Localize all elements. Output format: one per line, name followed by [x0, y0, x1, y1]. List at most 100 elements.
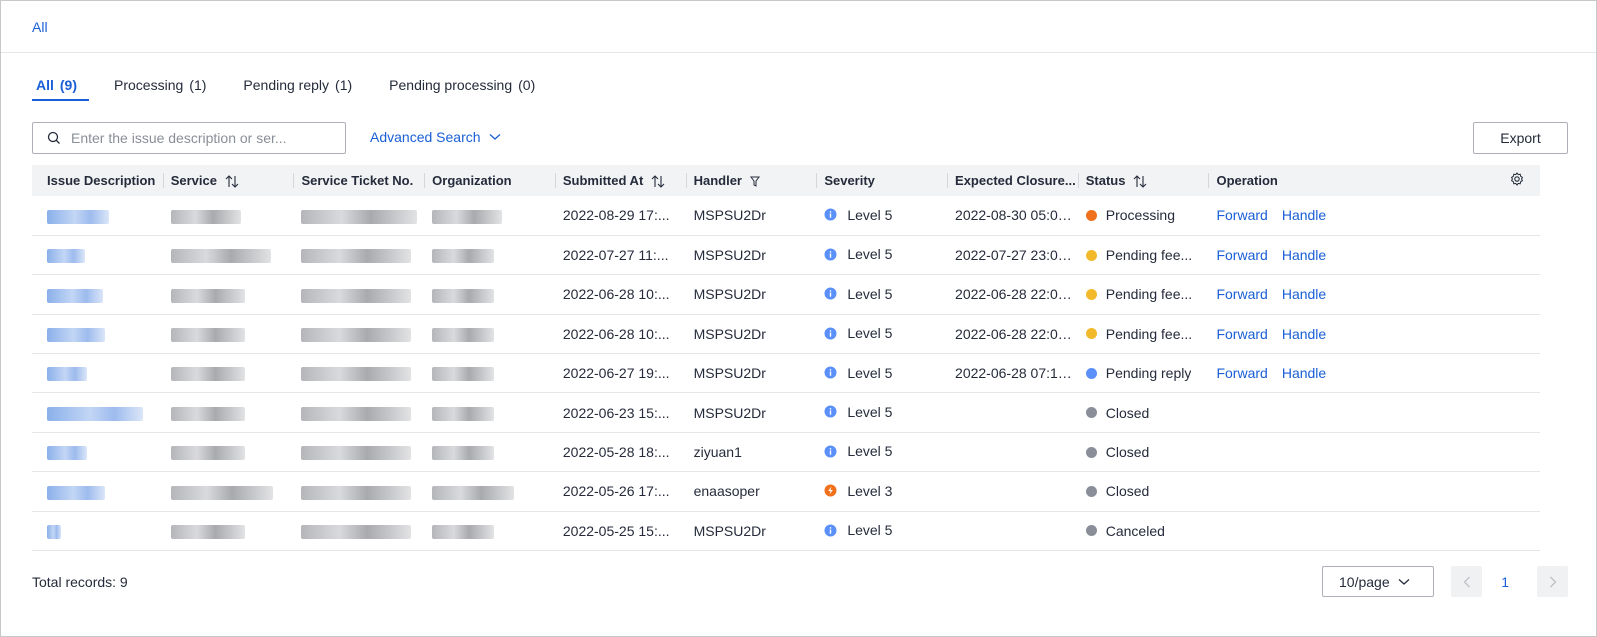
- cell-empty: [1482, 196, 1540, 235]
- cell-expected-closure: [947, 472, 1078, 511]
- col-organization: Organization: [424, 165, 555, 196]
- col-submitted-at[interactable]: Submitted At: [554, 165, 686, 196]
- cell-issue-description[interactable]: [32, 196, 163, 235]
- breadcrumb-all[interactable]: All: [32, 19, 48, 35]
- forward-link[interactable]: Forward: [1216, 326, 1267, 342]
- sort-icon[interactable]: [1133, 175, 1147, 188]
- page-number[interactable]: 1: [1501, 574, 1509, 590]
- cell-expected-closure: [947, 511, 1078, 550]
- cell-operation: [1208, 432, 1482, 471]
- status-dot: [1085, 446, 1097, 458]
- export-button[interactable]: Export: [1473, 122, 1568, 154]
- handle-link[interactable]: Handle: [1282, 207, 1326, 223]
- forward-link[interactable]: Forward: [1216, 247, 1267, 263]
- next-page-button[interactable]: [1537, 566, 1568, 597]
- cell-issue-description[interactable]: [32, 511, 163, 550]
- redacted-organization: [432, 524, 495, 539]
- cell-submitted-at: 2022-06-28 10:...: [562, 286, 670, 303]
- status-dot: [1085, 407, 1097, 419]
- cell-submitted-at: 2022-08-29 17:...: [562, 207, 670, 224]
- redacted-issue-link[interactable]: [47, 328, 105, 343]
- advanced-search-button[interactable]: Advanced Search: [370, 129, 501, 145]
- redacted-issue-link[interactable]: [47, 209, 109, 224]
- redacted-service: [170, 288, 245, 303]
- sort-icon[interactable]: [651, 175, 665, 188]
- tab-pending-processing[interactable]: Pending processing (0): [385, 77, 539, 97]
- cell-service: [163, 354, 294, 393]
- cell-submitted-at: 2022-06-23 15:...: [562, 404, 670, 421]
- sort-icon[interactable]: [225, 175, 239, 188]
- cell-submitted-at: 2022-05-26 17:...: [562, 483, 670, 500]
- info-icon: [824, 327, 837, 340]
- search-input[interactable]: [71, 130, 321, 146]
- cell-ticket-no: [293, 393, 424, 432]
- cell-expected-closure: 2022-06-28 07:15:...: [955, 365, 1078, 382]
- col-status[interactable]: Status: [1077, 165, 1209, 196]
- tab-processing[interactable]: Processing (1): [110, 77, 210, 97]
- col-handler[interactable]: Handler: [685, 165, 817, 196]
- handle-link[interactable]: Handle: [1282, 365, 1326, 381]
- cell-issue-description[interactable]: [32, 432, 163, 471]
- cell-issue-description[interactable]: [32, 472, 163, 511]
- tab-pending-reply[interactable]: Pending reply (1): [239, 77, 356, 97]
- cell-service: [163, 314, 294, 353]
- forward-link[interactable]: Forward: [1216, 365, 1267, 381]
- cell-submitted-at: 2022-05-25 15:...: [562, 522, 670, 539]
- cell-issue-description[interactable]: [32, 275, 163, 314]
- search-box: [32, 122, 346, 154]
- redacted-issue-link[interactable]: [47, 485, 105, 500]
- filter-icon[interactable]: [750, 176, 760, 187]
- cell-ticket-no: [293, 275, 424, 314]
- cell-issue-description[interactable]: [32, 393, 163, 432]
- cell-organization: [424, 196, 555, 235]
- redacted-issue-link[interactable]: [47, 367, 87, 382]
- handle-link[interactable]: Handle: [1282, 247, 1326, 263]
- table-row[interactable]: 2022-05-26 17:... enaasoper Level 3 Closed: [32, 472, 1540, 512]
- status-tabs: All (9) Processing (1) Pending reply (1) Pe…: [32, 53, 1568, 101]
- cell-empty: [1482, 314, 1540, 353]
- cell-severity: Level 5: [816, 196, 947, 235]
- info-icon: [824, 445, 837, 458]
- cell-severity: Level 3: [816, 472, 947, 511]
- prev-page-button[interactable]: [1451, 566, 1482, 597]
- status-dot: [1085, 209, 1097, 221]
- tab-all[interactable]: All (9): [32, 77, 90, 101]
- forward-link[interactable]: Forward: [1216, 207, 1267, 223]
- table-row[interactable]: 2022-07-27 11:... MSPSU2Dr Level 5 2022-07-…: [32, 235, 1540, 275]
- cell-issue-description[interactable]: [32, 314, 163, 353]
- table-row[interactable]: 2022-06-28 10:... MSPSU2Dr Level 5 2022-06-…: [32, 314, 1540, 354]
- cell-issue-description[interactable]: [32, 354, 163, 393]
- col-operation: Operation: [1208, 165, 1482, 196]
- cell-organization: [424, 511, 555, 550]
- status-dot: [1085, 367, 1097, 379]
- redacted-issue-link[interactable]: [47, 288, 103, 303]
- table-row[interactable]: 2022-06-27 19:... MSPSU2Dr Level 5 2022-06-…: [32, 354, 1540, 393]
- cell-expected-closure: [947, 432, 1078, 471]
- handle-link[interactable]: Handle: [1282, 326, 1326, 342]
- redacted-issue-link[interactable]: [47, 524, 61, 539]
- cell-empty: [1482, 275, 1540, 314]
- gear-icon[interactable]: [1510, 172, 1524, 186]
- cell-empty: [1482, 393, 1540, 432]
- column-settings[interactable]: [1482, 165, 1540, 196]
- table-row[interactable]: 2022-06-23 15:... MSPSU2Dr Level 5 Closed: [32, 393, 1540, 433]
- redacted-issue-link[interactable]: [47, 446, 87, 461]
- page-size-select[interactable]: 10/page: [1322, 566, 1434, 597]
- cell-expected-closure: 2022-08-30 05:01:...: [955, 207, 1078, 224]
- col-service[interactable]: Service: [162, 165, 294, 196]
- table-row[interactable]: 2022-08-29 17:... MSPSU2Dr Level 5 2022-08-…: [32, 196, 1540, 236]
- handle-link[interactable]: Handle: [1282, 286, 1326, 302]
- cell-issue-description[interactable]: [32, 235, 163, 274]
- redacted-issue-link[interactable]: [47, 406, 143, 421]
- redacted-issue-link[interactable]: [47, 249, 85, 264]
- forward-link[interactable]: Forward: [1216, 286, 1267, 302]
- table-row[interactable]: 2022-05-28 18:... ziyuan1 Level 5 Closed: [32, 432, 1540, 472]
- table-row[interactable]: 2022-05-25 15:... MSPSU2Dr Level 5 Canceled: [32, 511, 1540, 551]
- cell-status: Pending reply: [1078, 354, 1209, 393]
- cell-status: Closed: [1078, 393, 1209, 432]
- cell-operation: [1208, 472, 1482, 511]
- redacted-service: [170, 209, 241, 224]
- table-header: Issue Description Service Service Ticket…: [32, 165, 1540, 196]
- table-row[interactable]: 2022-06-28 10:... MSPSU2Dr Level 5 2022-06-…: [32, 275, 1540, 315]
- cell-operation: Forward Handle: [1208, 314, 1482, 353]
